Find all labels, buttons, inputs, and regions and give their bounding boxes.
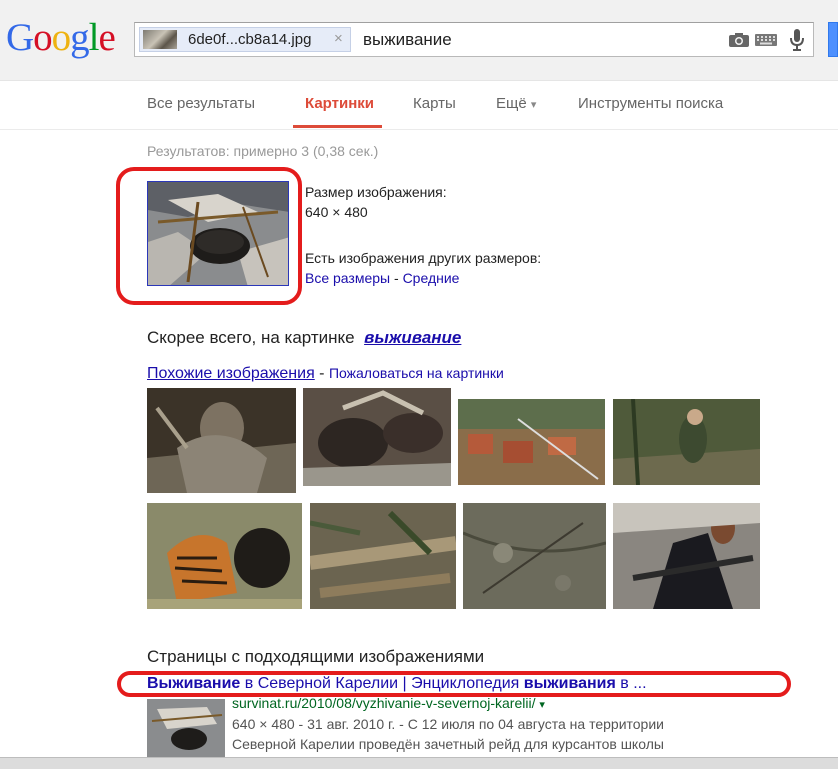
similar-image-tile[interactable] — [310, 503, 456, 609]
annotation-highlight-thumbnail — [116, 167, 302, 305]
similar-images-row: Похожие изображения - Пожаловаться на ка… — [147, 365, 504, 383]
similar-image-tile[interactable] — [463, 503, 606, 609]
result-stats: Результатов: примерно 3 (0,38 сек.) — [147, 143, 379, 159]
mic-icon[interactable] — [789, 29, 805, 51]
similar-image-tile[interactable] — [147, 503, 302, 609]
result-snippet-line: Северной Карелии проведён зачетный рейд … — [232, 736, 664, 752]
similar-image-tile[interactable] — [613, 399, 760, 485]
result-thumbnail[interactable] — [147, 699, 225, 759]
size-links-separator: - — [390, 270, 403, 286]
logo-letter: g — [70, 16, 89, 59]
result-url-text: survinat.ru/2010/08/vyzhivanie-v-severno… — [232, 695, 536, 711]
tab-all-results[interactable]: Все результаты — [147, 95, 255, 112]
camera-icon[interactable] — [729, 33, 749, 47]
similar-image-tile[interactable] — [458, 399, 605, 485]
annotation-highlight-result — [117, 671, 791, 697]
google-logo[interactable]: Google — [6, 16, 116, 59]
chip-filename: 6de0f...cb8a14.jpg — [188, 31, 312, 48]
chip-thumbnail — [143, 30, 177, 49]
search-button[interactable] — [828, 22, 838, 57]
keyboard-icon[interactable] — [755, 34, 777, 46]
chip-close-icon[interactable]: × — [334, 30, 343, 47]
image-size-label: Размер изображения: — [305, 184, 447, 200]
other-sizes-label: Есть изображения других размеров: — [305, 250, 542, 266]
tab-maps[interactable]: Карты — [413, 95, 456, 112]
result-url: survinat.ru/2010/08/vyzhivanie-v-severno… — [232, 695, 545, 711]
logo-letter: G — [6, 16, 34, 59]
logo-letter: o — [33, 16, 52, 59]
pages-heading: Страницы с подходящими изображениями — [147, 647, 485, 666]
other-sizes-links: Все размеры - Средние — [305, 270, 459, 286]
browser-status-bar — [0, 757, 838, 769]
logo-letter: o — [51, 16, 71, 59]
tab-images[interactable]: Картинки — [305, 95, 374, 112]
similar-image-tile[interactable] — [147, 388, 296, 493]
search-image-chip[interactable]: 6de0f...cb8a14.jpg × — [139, 27, 351, 52]
tab-search-tools[interactable]: Инструменты поиска — [578, 95, 723, 112]
url-dropdown-icon[interactable]: ▾ — [539, 699, 545, 711]
report-images-link[interactable]: Пожаловаться на картинки — [329, 365, 504, 381]
best-guess: Скорее всего, на картинке выживание — [147, 328, 461, 348]
top-bar: Google 6de0f...cb8a14.jpg × выживание — [0, 0, 838, 81]
all-sizes-link[interactable]: Все размеры — [305, 270, 390, 286]
active-tab-indicator — [293, 125, 382, 128]
search-input[interactable]: выживание — [363, 30, 452, 50]
tab-more[interactable]: Ещё ▾ — [496, 95, 536, 112]
best-guess-link[interactable]: выживание — [364, 328, 461, 347]
search-box[interactable]: 6de0f...cb8a14.jpg × выживание — [134, 22, 814, 57]
medium-sizes-link[interactable]: Средние — [403, 270, 460, 286]
tab-more-label: Ещё — [496, 95, 527, 112]
similar-image-tile[interactable] — [613, 503, 760, 609]
similar-separator: - — [314, 365, 329, 382]
image-size-value: 640 × 480 — [305, 204, 368, 220]
similar-images-link[interactable]: Похожие изображения — [147, 365, 315, 382]
search-tabs: Все результаты Картинки Карты Ещё ▾ Инст… — [0, 81, 838, 130]
similar-image-tile[interactable] — [303, 388, 451, 486]
best-guess-prefix: Скорее всего, на картинке — [147, 328, 355, 347]
logo-letter: e — [98, 16, 116, 59]
chevron-down-icon: ▾ — [530, 99, 537, 111]
logo-letter: l — [88, 16, 100, 59]
result-snippet-line: 640 × 480 - 31 авг. 2010 г. - С 12 июля … — [232, 716, 664, 732]
